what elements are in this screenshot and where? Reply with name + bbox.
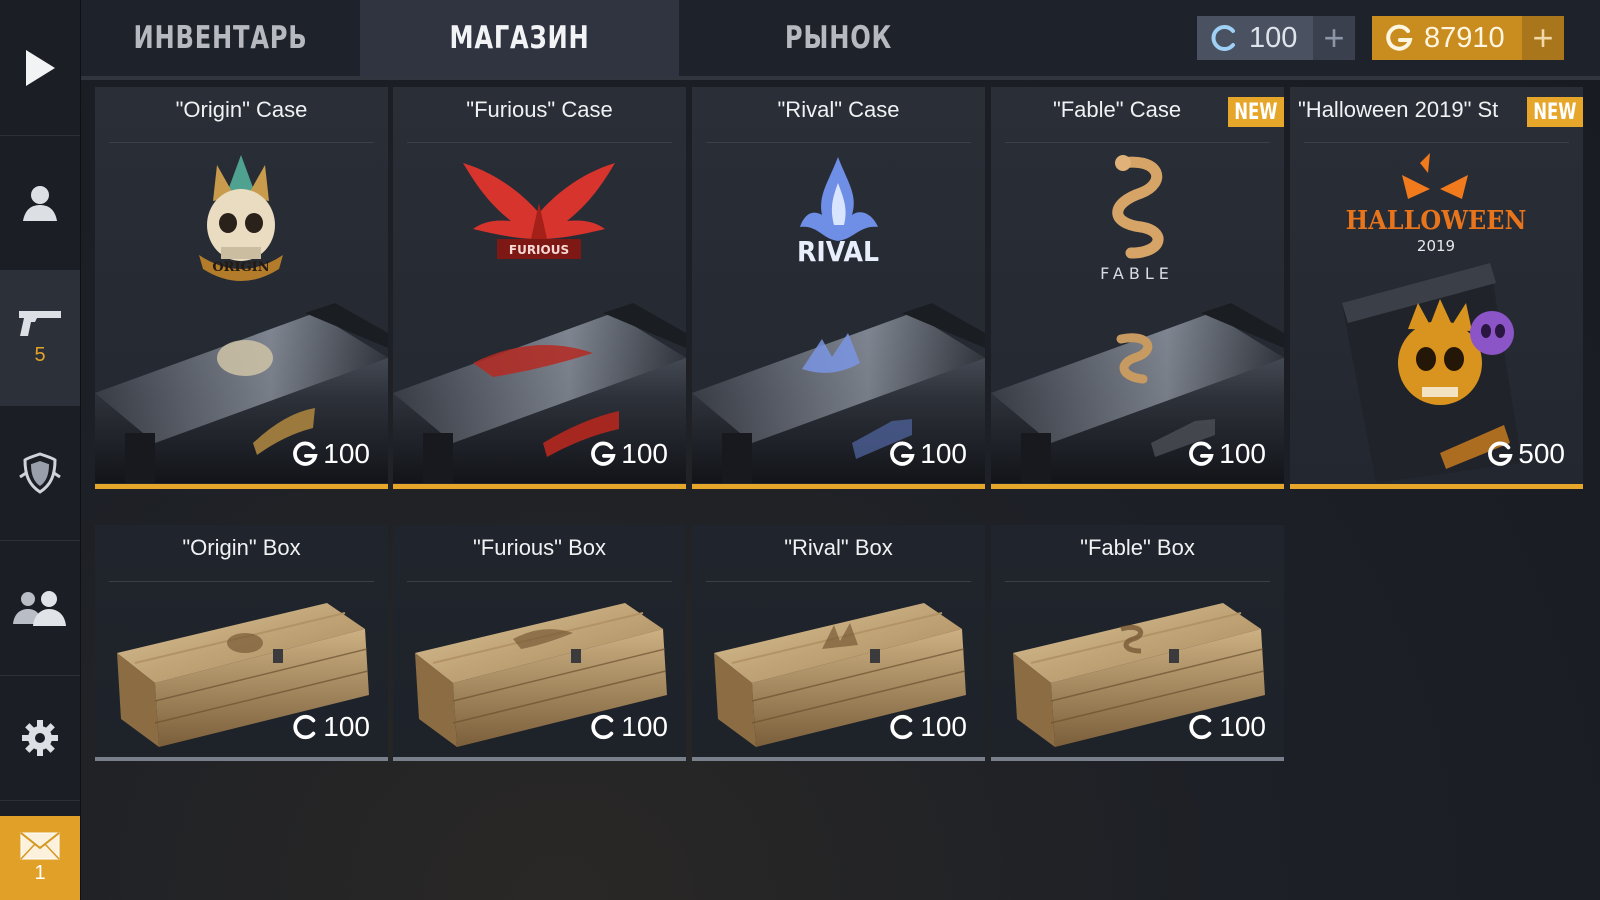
case-card-rival[interactable]: "Rival" Case RIVAL 100 <box>692 87 985 489</box>
gold-coin-icon <box>591 441 616 466</box>
sidebar: 5 1 <box>0 0 81 900</box>
case-price: 100 <box>291 438 370 470</box>
fable-case-image: FABLE <box>991 155 1284 483</box>
new-badge: NEW <box>1228 97 1284 127</box>
mail-button[interactable]: 1 <box>0 816 80 900</box>
gold-balance: 87910 + <box>1372 16 1564 60</box>
new-badge: NEW <box>1527 97 1583 127</box>
top-bar: ИНВЕНТАРЬ МАГАЗИН РЫНОК 100 + 87910 + <box>81 0 1600 80</box>
box-card-furious[interactable]: "Furious" Box 100 <box>393 525 686 761</box>
silver-coin-icon <box>1211 25 1235 51</box>
box-price: 100 <box>291 711 370 743</box>
box-card-fable[interactable]: "Fable" Box 100 <box>991 525 1284 761</box>
silver-coin-icon <box>1189 714 1212 740</box>
silver-balance: 100 + <box>1197 16 1355 60</box>
case-price: 100 <box>888 438 967 470</box>
snake-icon <box>1112 155 1164 259</box>
case-card-furious[interactable]: "Furious" Case FURIOUS 100 <box>393 87 686 489</box>
gold-coin-icon <box>293 441 318 466</box>
rival-case-image: RIVAL <box>692 157 985 483</box>
add-gold-button[interactable]: + <box>1522 16 1564 60</box>
user-icon <box>23 185 57 221</box>
tab-market[interactable]: РЫНОК <box>714 0 963 76</box>
case-title: "Rival" Case <box>777 97 900 122</box>
origin-case-image: ORIGIN <box>95 155 388 483</box>
halloween-year-text: 2019 <box>1417 237 1455 255</box>
flame-icon <box>800 157 878 241</box>
mail-count: 1 <box>34 861 46 884</box>
gold-coin-icon <box>1386 24 1413 51</box>
case-title: "Halloween 2019" St <box>1298 97 1499 122</box>
shield-icon <box>19 451 61 494</box>
box-title: "Fable" Box <box>1080 535 1195 560</box>
fable-logo-text: FABLE <box>1100 264 1174 283</box>
case-price: 100 <box>1187 438 1266 470</box>
weapons-button[interactable]: 5 <box>0 270 80 406</box>
envelope-icon <box>20 831 60 860</box>
gold-coin-icon <box>1488 441 1513 466</box>
silver-coin-icon <box>591 714 614 740</box>
box-card-rival[interactable]: "Rival" Box 100 <box>692 525 985 761</box>
settings-button[interactable] <box>0 675 80 801</box>
furious-logo-text: FURIOUS <box>509 243 569 257</box>
tab-shop[interactable]: МАГАЗИН <box>395 0 644 76</box>
weapons-count: 5 <box>34 344 46 366</box>
box-price: 100 <box>1187 711 1266 743</box>
box-price: 100 <box>888 711 967 743</box>
furious-case-image: FURIOUS <box>393 163 686 483</box>
friends-button[interactable] <box>0 540 80 676</box>
case-title: "Origin" Case <box>175 97 308 122</box>
box-title: "Rival" Box <box>784 535 893 560</box>
case-card-origin[interactable]: "Origin" Case ORIGIN 100 <box>95 87 388 489</box>
friends-icon <box>13 590 66 626</box>
gold-amount: 87910 <box>1424 21 1505 54</box>
play-icon <box>26 49 55 86</box>
silver-coin-icon <box>293 714 316 740</box>
origin-logo-text: ORIGIN <box>212 260 269 275</box>
clan-button[interactable] <box>0 405 80 541</box>
case-title: "Furious" Case <box>466 97 613 122</box>
tab-inventory[interactable]: ИНВЕНТАРЬ <box>112 0 330 76</box>
case-card-halloween[interactable]: "Halloween 2019" St NEW HALLOWEEN 2019 5… <box>1290 87 1583 489</box>
silver-coin-icon <box>890 714 913 740</box>
silver-amount: 100 <box>1249 21 1298 54</box>
box-card-origin[interactable]: "Origin" Box 100 <box>95 525 388 761</box>
case-price: 500 <box>1486 438 1565 470</box>
add-silver-button[interactable]: + <box>1313 16 1355 60</box>
case-price: 100 <box>589 438 668 470</box>
rival-logo-text: RIVAL <box>797 236 879 269</box>
gold-coin-icon <box>890 441 915 466</box>
halloween-logo-text: HALLOWEEN <box>1346 205 1527 235</box>
case-card-fable[interactable]: "Fable" Case NEW FABLE 100 <box>991 87 1284 489</box>
pumpkin-eyes-icon <box>1402 153 1468 199</box>
gear-icon <box>22 719 58 756</box>
box-title: "Origin" Box <box>182 535 301 560</box>
profile-button[interactable] <box>0 135 80 271</box>
pistol-icon <box>19 311 61 336</box>
halloween-case-image: HALLOWEEN 2019 <box>1342 153 1527 483</box>
gold-coin-icon <box>1189 441 1214 466</box>
box-title: "Furious" Box <box>473 535 606 560</box>
case-title: "Fable" Case <box>1052 97 1182 122</box>
play-button[interactable] <box>0 0 80 136</box>
box-price: 100 <box>589 711 668 743</box>
